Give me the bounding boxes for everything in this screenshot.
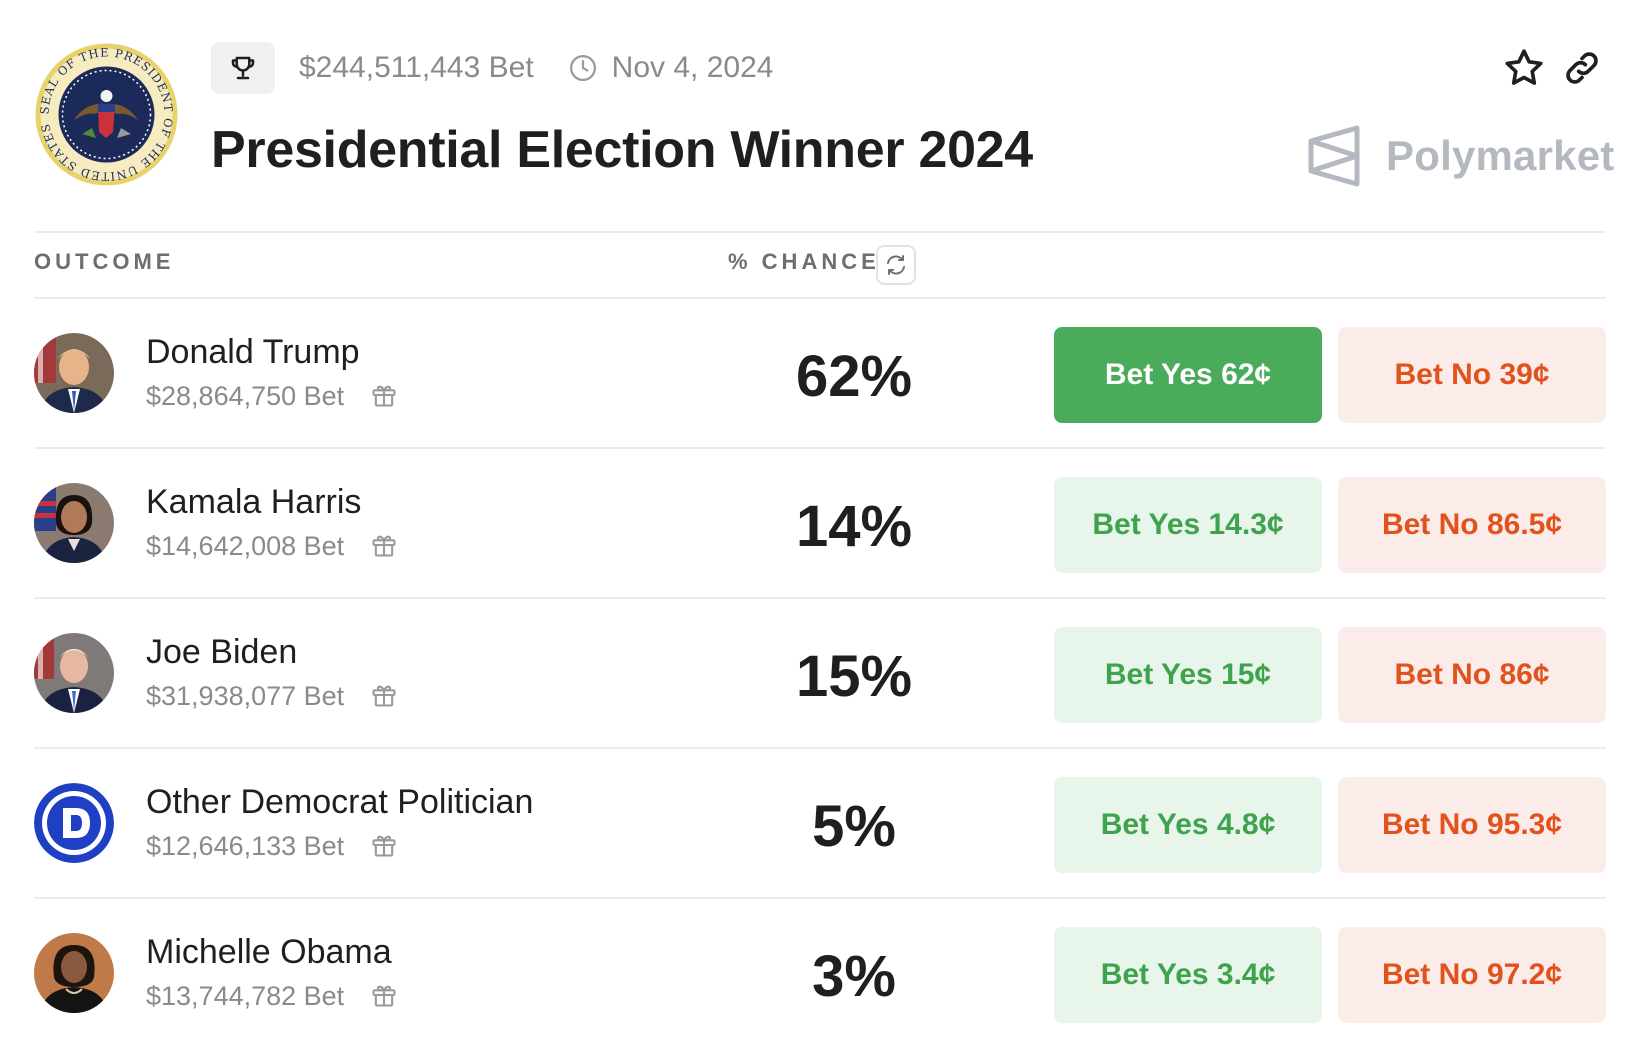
avatar-michelle-obama: [34, 933, 114, 1013]
outcome-name: Other Democrat Politician: [146, 783, 534, 821]
outcome-volume: $13,744,782 Bet: [146, 981, 345, 1011]
polymarket-logo-icon: [1308, 125, 1360, 187]
star-icon[interactable]: [1502, 46, 1546, 90]
bet-no-button[interactable]: Bet No 86¢: [1338, 627, 1606, 723]
bet-yes-button[interactable]: Bet Yes 3.4¢: [1054, 927, 1322, 1023]
outcome-volume: $14,642,008 Bet: [146, 531, 345, 561]
outcome-volume: $28,864,750 Bet: [146, 381, 345, 411]
outcome-name: Kamala Harris: [146, 483, 362, 521]
avatar-kamala-harris: [34, 483, 114, 563]
outcome-chance: 14%: [795, 494, 913, 559]
outcome-chance: 5%: [812, 794, 896, 859]
market-header: SEAL OF THE PRESIDENT OF THE UNITED STAT…: [0, 0, 1640, 230]
presidential-seal-image: SEAL OF THE PRESIDENT OF THE UNITED STAT…: [35, 43, 178, 186]
bet-no-button[interactable]: Bet No 86.5¢: [1338, 477, 1606, 573]
outcome-chance: 3%: [812, 944, 896, 1009]
bet-yes-button[interactable]: Bet Yes 14.3¢: [1054, 477, 1322, 573]
chance-column-header: % CHANCE: [728, 249, 880, 274]
clock-icon: [568, 53, 598, 83]
outcome-column-header: OUTCOME: [34, 249, 175, 274]
gift-icon[interactable]: [370, 831, 398, 859]
avatar-donald-trump: [34, 333, 114, 413]
outcome-chance: 15%: [795, 644, 913, 709]
outcome-volume: $31,938,077 Bet: [146, 681, 345, 711]
outcome-row-joe-biden: Joe Biden $31,938,077 Bet 15% Bet Yes 15…: [34, 599, 1606, 749]
bet-yes-button[interactable]: Bet Yes 15¢: [1054, 627, 1322, 723]
total-volume: $244,511,443 Bet: [299, 51, 534, 84]
header-divider: [34, 231, 1606, 233]
bet-yes-button[interactable]: Bet Yes 62¢: [1054, 327, 1322, 423]
bet-no-button[interactable]: Bet No 95.3¢: [1338, 777, 1606, 873]
outcome-chance: 62%: [795, 344, 913, 409]
outcome-name: Michelle Obama: [146, 933, 392, 971]
brand-name: Polymarket: [1386, 132, 1615, 179]
outcome-row-michelle-obama: Michelle Obama $13,744,782 Bet 3% Bet Ye…: [34, 899, 1606, 1044]
link-icon[interactable]: [1562, 48, 1602, 88]
outcome-name: Joe Biden: [146, 633, 298, 671]
polymarket-brand: Polymarket: [1306, 124, 1614, 188]
gift-icon[interactable]: [370, 681, 398, 709]
avatar-joe-biden: [34, 633, 114, 713]
gift-icon[interactable]: [370, 981, 398, 1009]
market-meta: $244,511,443 Bet Nov 4, 2024: [211, 42, 773, 94]
outcome-name: Donald Trump: [146, 333, 360, 371]
outcome-row-kamala-harris: Kamala Harris $14,642,008 Bet 14% Bet Ye…: [34, 449, 1606, 599]
refresh-button[interactable]: [876, 245, 916, 285]
trophy-icon: [231, 56, 255, 80]
bet-no-button[interactable]: Bet No 39¢: [1338, 327, 1606, 423]
outcome-volume: $12,646,133 Bet: [146, 831, 345, 861]
gift-icon[interactable]: [370, 531, 398, 559]
bet-no-button[interactable]: Bet No 97.2¢: [1338, 927, 1606, 1023]
outcome-row-donald-trump: Donald Trump $28,864,750 Bet 62% Bet Yes…: [34, 299, 1606, 449]
bet-yes-button[interactable]: Bet Yes 4.8¢: [1054, 777, 1322, 873]
gift-icon[interactable]: [370, 381, 398, 409]
trophy-badge: [211, 42, 275, 94]
end-date: Nov 4, 2024: [611, 51, 774, 84]
refresh-icon: [887, 255, 905, 275]
market-title: Presidential Election Winner 2024: [211, 121, 1033, 179]
democrat-logo-icon: [34, 783, 114, 863]
outcome-row-other-democrat: Other Democrat Politician $12,646,133 Be…: [34, 749, 1606, 899]
